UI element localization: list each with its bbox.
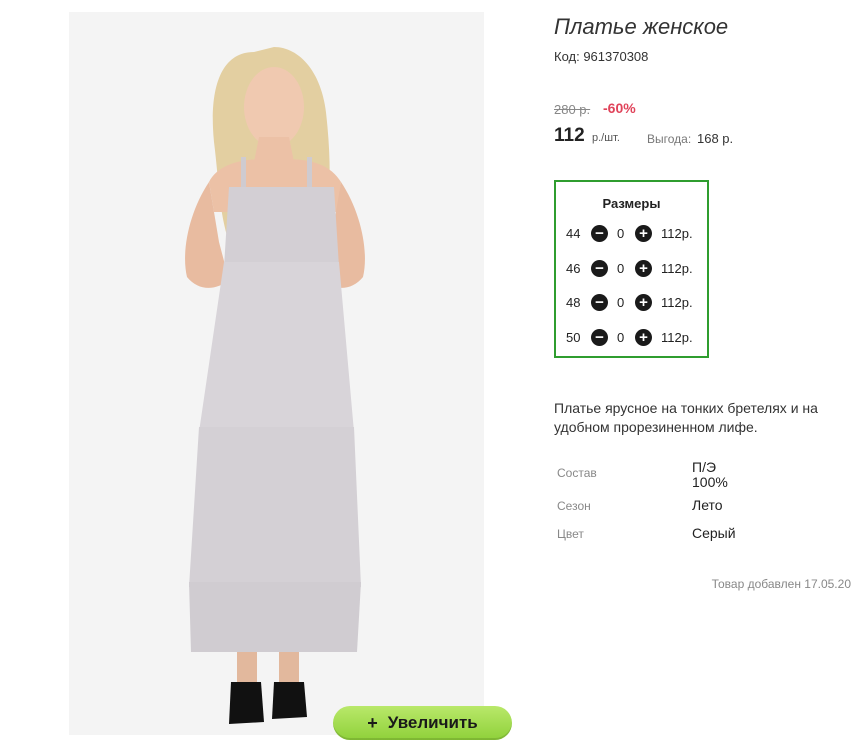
minus-circle-icon[interactable]: − bbox=[591, 294, 608, 311]
size-quantity: 0 bbox=[617, 295, 625, 310]
size-label: 50 bbox=[566, 330, 581, 345]
size-row: 44 − 0 + 112р. bbox=[556, 224, 707, 244]
saving-value: 168 р. bbox=[697, 131, 734, 146]
attr-label-season: Сезон bbox=[557, 499, 591, 513]
plus-icon: + bbox=[367, 712, 378, 733]
size-price: 112р. bbox=[661, 226, 693, 241]
zoom-label: Увеличить bbox=[387, 713, 478, 732]
size-label: 44 bbox=[566, 226, 581, 241]
attr-value-color: Серый bbox=[692, 525, 736, 541]
plus-circle-icon[interactable]: + bbox=[635, 225, 652, 242]
size-label: 46 bbox=[566, 261, 581, 276]
minus-circle-icon[interactable]: − bbox=[591, 260, 608, 277]
attr-label-color: Цвет bbox=[557, 527, 584, 541]
price-unit: р./шт. bbox=[592, 132, 620, 144]
current-price: 112 bbox=[554, 125, 585, 146]
product-description: Платье ярусное на тонких бретелях и на у… bbox=[554, 400, 818, 435]
size-quantity: 0 bbox=[617, 261, 625, 276]
size-row: 50 − 0 + 112р. bbox=[556, 328, 707, 348]
attr-value-composition: П/Э 100% bbox=[692, 459, 728, 490]
plus-circle-icon[interactable]: + bbox=[635, 260, 652, 277]
discount-badge: -60% bbox=[603, 100, 636, 116]
size-row: 48 − 0 + 112р. bbox=[556, 293, 707, 313]
attr-value-season: Лето bbox=[692, 497, 723, 513]
old-price: 280 р. bbox=[554, 102, 591, 117]
size-label: 48 bbox=[566, 295, 581, 310]
size-quantity: 0 bbox=[617, 330, 625, 345]
attr-label-composition: Состав bbox=[557, 466, 597, 480]
plus-circle-icon[interactable]: + bbox=[635, 329, 652, 346]
minus-circle-icon[interactable]: − bbox=[591, 329, 608, 346]
size-price: 112р. bbox=[661, 330, 693, 345]
product-title: Платье женское bbox=[554, 14, 729, 39]
product-code: Код: 961370308 bbox=[554, 49, 649, 64]
product-photo[interactable] bbox=[69, 12, 484, 735]
sizes-box: Размеры 44 − 0 + 112р. 46 − 0 + 112р. 48… bbox=[554, 180, 709, 358]
dress-photo-illustration bbox=[69, 12, 484, 735]
plus-circle-icon[interactable]: + bbox=[635, 294, 652, 311]
saving-label: Выгода: bbox=[647, 132, 692, 146]
sizes-title: Размеры bbox=[602, 196, 661, 211]
minus-circle-icon[interactable]: − bbox=[591, 225, 608, 242]
added-date: Товар добавлен 17.05.20 bbox=[711, 577, 851, 591]
size-price: 112р. bbox=[661, 295, 693, 310]
size-price: 112р. bbox=[661, 261, 693, 276]
size-quantity: 0 bbox=[617, 226, 625, 241]
size-row: 46 − 0 + 112р. bbox=[556, 259, 707, 279]
